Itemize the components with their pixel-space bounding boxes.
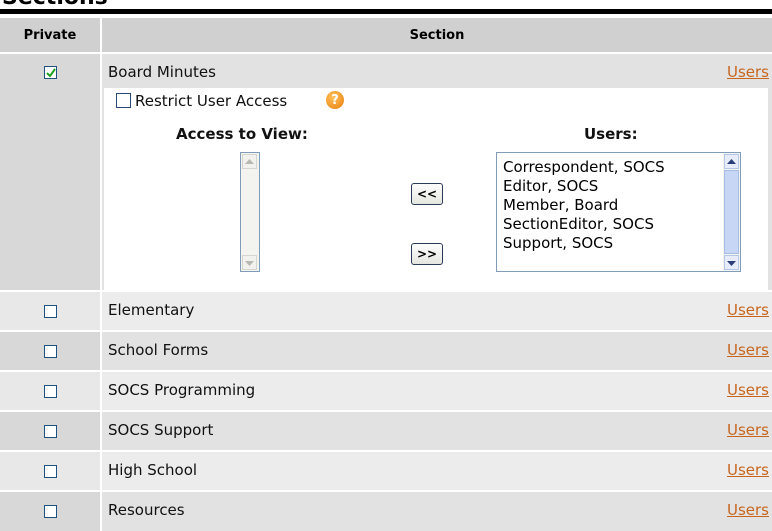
remove-from-view-button[interactable]: >>	[411, 243, 443, 265]
sections-page: Sections Private Section Board Minutes U…	[0, 0, 772, 531]
section-label-elementary: Elementary	[108, 301, 195, 319]
private-checkbox-socs-programming[interactable]	[44, 385, 57, 398]
private-checkbox-school-forms[interactable]	[44, 345, 57, 358]
user-option[interactable]: Editor, SOCS	[503, 178, 598, 195]
users-link-elementary[interactable]: Users	[727, 301, 769, 319]
user-option[interactable]: Member, Board	[503, 197, 618, 214]
section-label-resources: Resources	[108, 501, 185, 519]
section-label-socs-programming: SOCS Programming	[108, 381, 256, 399]
user-option[interactable]: SectionEditor, SOCS	[503, 216, 654, 233]
users-link-high-school[interactable]: Users	[727, 461, 769, 479]
header-private: Private	[0, 18, 100, 52]
users-list-scrollbar[interactable]	[723, 153, 740, 271]
row-section-cell-high-school: High School Users	[102, 452, 772, 490]
row-section-cell-elementary: Elementary Users	[102, 292, 772, 330]
row-section-cell-socs-programming: SOCS Programming Users	[102, 372, 772, 410]
users-link-socs-programming[interactable]: Users	[727, 381, 769, 399]
section-label-socs-support: SOCS Support	[108, 421, 214, 439]
row-private-cell-elementary	[0, 292, 100, 330]
row-private-cell-socs-programming	[0, 372, 100, 410]
scroll-down-icon[interactable]	[242, 255, 257, 270]
title-divider	[0, 9, 772, 14]
user-option[interactable]: Support, SOCS	[503, 235, 613, 252]
access-to-view-list[interactable]	[240, 152, 260, 272]
private-checkbox-board-minutes[interactable]	[44, 66, 57, 79]
page-title: Sections	[2, 0, 108, 9]
users-list-label: Users:	[584, 125, 638, 143]
add-to-view-button[interactable]: <<	[411, 183, 443, 205]
access-panel: Restrict User Access ? Access to View: U…	[104, 88, 768, 290]
scroll-up-icon[interactable]	[242, 154, 257, 169]
private-checkbox-high-school[interactable]	[44, 465, 57, 478]
private-checkbox-elementary[interactable]	[44, 305, 57, 318]
header-section: Section	[102, 18, 772, 52]
users-list[interactable]: Correspondent, SOCS Editor, SOCS Member,…	[496, 152, 741, 272]
access-to-view-label: Access to View:	[176, 125, 308, 143]
users-link-board-minutes[interactable]: Users	[727, 63, 769, 81]
section-label-school-forms: School Forms	[108, 341, 209, 359]
row-private-cell-socs-support	[0, 412, 100, 450]
users-link-socs-support[interactable]: Users	[727, 421, 769, 439]
access-list-scrollbar[interactable]	[241, 153, 259, 271]
help-icon[interactable]: ?	[326, 91, 344, 109]
users-link-school-forms[interactable]: Users	[727, 341, 769, 359]
row-private-cell-school-forms	[0, 332, 100, 370]
section-label-high-school: High School	[108, 461, 198, 479]
row-section-cell-resources: Resources Users	[102, 492, 772, 531]
scroll-down-icon[interactable]	[724, 255, 739, 270]
private-checkbox-resources[interactable]	[44, 505, 57, 518]
user-option[interactable]: Correspondent, SOCS	[503, 159, 665, 176]
row-private-cell-high-school	[0, 452, 100, 490]
row-private-cell-board-minutes	[0, 54, 100, 290]
restrict-access-checkbox[interactable]	[116, 93, 131, 108]
section-label-board-minutes: Board Minutes	[108, 63, 216, 81]
private-checkbox-socs-support[interactable]	[44, 425, 57, 438]
row-private-cell-resources	[0, 492, 100, 531]
row-section-cell-school-forms: School Forms Users	[102, 332, 772, 370]
checkmark-icon	[46, 68, 56, 78]
restrict-access-label: Restrict User Access	[135, 92, 288, 110]
row-section-cell-socs-support: SOCS Support Users	[102, 412, 772, 450]
scroll-up-icon[interactable]	[724, 154, 739, 169]
users-link-resources[interactable]: Users	[727, 501, 769, 519]
scroll-thumb[interactable]	[724, 170, 739, 254]
